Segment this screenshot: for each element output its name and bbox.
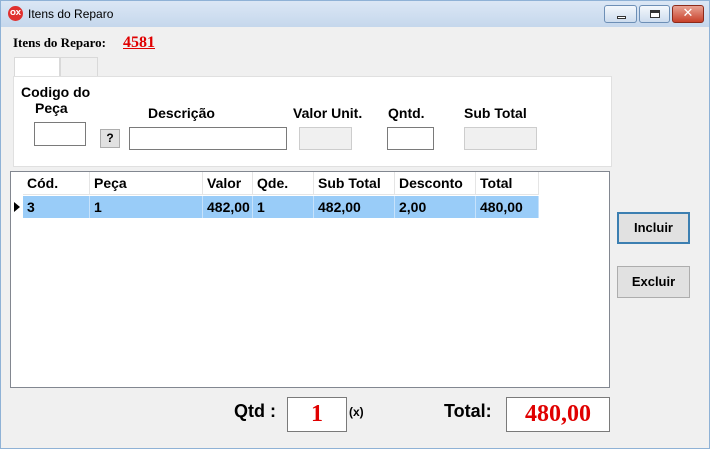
include-button[interactable]: Incluir (617, 212, 690, 244)
cell-cod[interactable]: 3 (23, 196, 90, 218)
repair-number: 4581 (123, 34, 155, 51)
description-input[interactable] (129, 127, 287, 150)
cell-desconto[interactable]: 2,00 (395, 196, 476, 218)
total-value: 480,00 (506, 397, 610, 432)
title-bar[interactable]: OX Itens do Reparo ✕ (1, 1, 709, 27)
cell-total[interactable]: 480,00 (476, 196, 539, 218)
repair-items-label: Itens do Reparo: (13, 35, 106, 50)
quantity-input[interactable] (387, 127, 434, 150)
tab-2[interactable] (60, 57, 98, 77)
delete-button[interactable]: Excluir (617, 266, 690, 298)
column-header-qde[interactable]: Qde. (253, 172, 314, 195)
app-icon: OX (8, 6, 23, 21)
cell-sub-total[interactable]: 482,00 (314, 196, 395, 218)
minimize-icon (617, 16, 626, 19)
part-code-input[interactable] (34, 122, 86, 146)
part-code-label-line2: Peça (35, 100, 68, 116)
unit-price-input (299, 127, 352, 150)
cell-qde[interactable]: 1 (253, 196, 314, 218)
description-label: Descrição (148, 105, 215, 121)
qtd-value: 1 (287, 397, 347, 432)
maximize-icon (650, 10, 660, 18)
total-label: Total: (444, 401, 492, 421)
cell-peca[interactable]: 1 (90, 196, 203, 218)
cell-valor[interactable]: 482,00 (203, 196, 253, 218)
column-header-total[interactable]: Total (476, 172, 539, 195)
items-grid[interactable]: Cód. Peça Valor Qde. Sub Total Desconto … (10, 171, 610, 388)
unit-price-label: Valor Unit. (293, 105, 363, 121)
close-button[interactable]: ✕ (672, 5, 704, 23)
column-header-sub-total[interactable]: Sub Total (314, 172, 395, 195)
close-icon: ✕ (682, 6, 694, 21)
current-row-indicator-icon (14, 202, 20, 212)
item-entry-panel (13, 76, 612, 167)
minimize-button[interactable] (604, 5, 637, 23)
subtotal-input (464, 127, 537, 150)
tab-1[interactable] (14, 57, 60, 77)
qtd-label: Qtd : (234, 401, 276, 421)
column-header-peca[interactable]: Peça (90, 172, 203, 195)
column-header-desconto[interactable]: Desconto (395, 172, 476, 195)
repair-items-window: OX Itens do Reparo ✕ Itens do Reparo: 45… (0, 0, 710, 449)
quantity-label: Qntd. (388, 105, 425, 121)
column-header-valor[interactable]: Valor (203, 172, 253, 195)
part-lookup-button[interactable]: ? (100, 129, 120, 148)
subtotal-label: Sub Total (464, 105, 527, 121)
multiplier-label: (x) (349, 405, 364, 419)
part-code-label-line1: Codigo do (21, 84, 91, 100)
window-title: Itens do Reparo (28, 7, 114, 21)
column-header-cod[interactable]: Cód. (23, 172, 90, 195)
maximize-button[interactable] (639, 5, 670, 23)
